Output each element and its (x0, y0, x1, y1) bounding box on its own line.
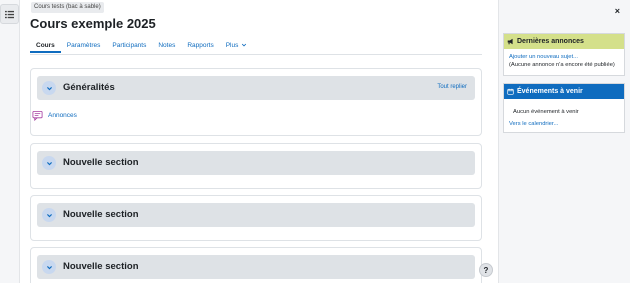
section-card-general: Généralités Tout replier (30, 68, 482, 136)
section-collapse-toggle[interactable] (42, 81, 56, 95)
section-collapse-toggle[interactable] (42, 260, 56, 274)
collapse-all-link[interactable]: Tout replier (437, 84, 467, 90)
chevron-down-icon (242, 44, 247, 47)
list-icon (5, 10, 14, 18)
help-button-label: ? (483, 265, 489, 275)
close-drawer-button[interactable]: × (615, 6, 620, 16)
chevron-down-icon (46, 265, 52, 269)
section-title[interactable]: Nouvelle section (63, 261, 139, 272)
block-latest-announcements: Dernières annonces Ajouter un nouveau su… (503, 33, 625, 76)
section-card: Nouvelle section (30, 143, 482, 189)
tab-participants[interactable]: Participants (106, 40, 152, 53)
chevron-down-icon (46, 161, 52, 165)
forum-icon (32, 110, 43, 121)
tab-rapports[interactable]: Rapports (181, 40, 219, 53)
section-collapse-toggle[interactable] (42, 208, 56, 222)
megaphone-icon (507, 38, 513, 45)
block-header: Événements à venir (504, 84, 624, 99)
no-events-text: Aucun événement à venir (513, 109, 579, 115)
section-header: Nouvelle section (37, 255, 475, 279)
calendar-icon (507, 88, 514, 95)
block-upcoming-events: Événements à venir Aucun événement à ven… (503, 83, 625, 133)
chevron-down-icon (46, 213, 52, 217)
section-title[interactable]: Nouvelle section (63, 157, 139, 168)
block-drawer: × Dernières annonces Ajouter un nouveau … (498, 0, 630, 283)
secondary-navigation: Cours Paramètres Participants Notes Rapp… (30, 40, 253, 54)
chevron-down-icon (46, 86, 52, 90)
breadcrumb[interactable]: Cours tests (bac à sable) (31, 2, 104, 13)
no-announcements-text: (Aucune annonce n'a encore été publiée) (509, 62, 615, 68)
tab-cours[interactable]: Cours (30, 40, 61, 53)
tab-notes[interactable]: Notes (152, 40, 181, 53)
block-title: Dernières annonces (517, 38, 584, 45)
course-index-toggle-button[interactable] (0, 4, 19, 24)
add-topic-link[interactable]: Ajouter un nouveau sujet... (509, 54, 578, 60)
section-collapse-toggle[interactable] (42, 156, 56, 170)
tab-plus-label: Plus (225, 42, 239, 49)
section-header: Nouvelle section (37, 151, 475, 175)
block-header: Dernières annonces (504, 34, 624, 49)
calendar-link[interactable]: Vers le calendrier... (509, 121, 558, 127)
section-title[interactable]: Nouvelle section (63, 209, 139, 220)
section-header: Nouvelle section (37, 203, 475, 227)
section-title[interactable]: Généralités (63, 82, 115, 93)
course-index-strip (0, 0, 20, 283)
section-card: Nouvelle section (30, 247, 482, 283)
section-header: Généralités Tout replier (37, 76, 475, 100)
page-title: Cours exemple 2025 (30, 16, 156, 31)
tab-parametres[interactable]: Paramètres (61, 40, 107, 53)
help-button[interactable]: ? (479, 263, 493, 277)
main-content: Cours tests (bac à sable) Cours exemple … (20, 0, 498, 283)
tabs-divider (30, 54, 482, 55)
activity-label[interactable]: Annonces (48, 112, 77, 119)
tab-plus[interactable]: Plus (220, 40, 253, 53)
activity-announcements[interactable]: Annonces (32, 110, 77, 121)
block-title: Événements à venir (517, 88, 583, 95)
section-card: Nouvelle section (30, 195, 482, 241)
